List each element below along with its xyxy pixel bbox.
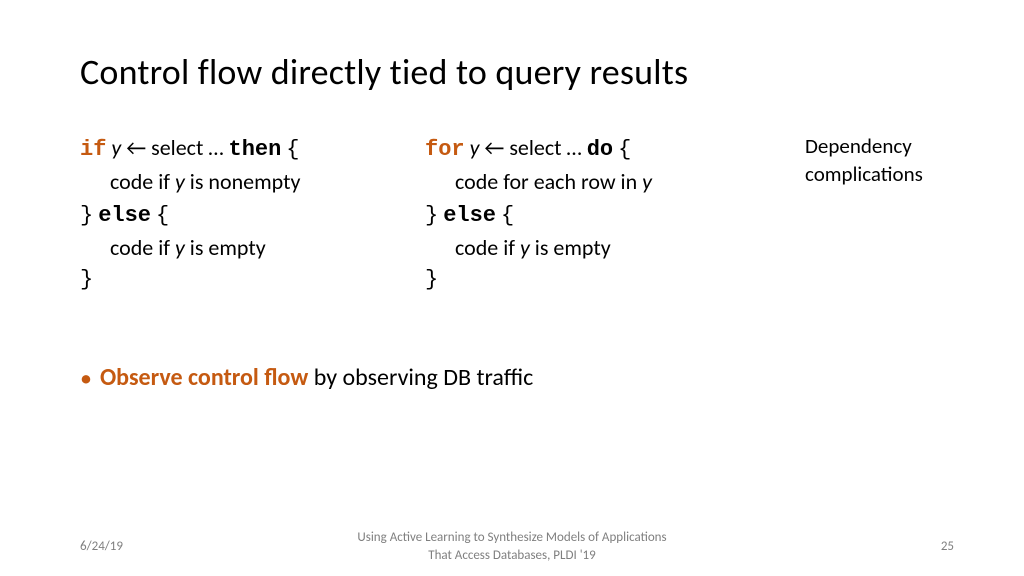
content-columns: if y ← select … then { code if y is none…	[80, 132, 954, 295]
var-y: y	[642, 168, 652, 195]
footer-page-number: 25	[941, 539, 954, 554]
brace: }	[80, 203, 93, 228]
keyword-else: else	[98, 203, 151, 228]
side-note-line: Dependency	[805, 132, 954, 160]
var-y: y	[470, 134, 480, 161]
brace: {	[156, 203, 169, 228]
bullet-rest: by observing DB traffic	[308, 363, 533, 392]
var-y: y	[520, 234, 530, 261]
arrow-icon: ←	[484, 134, 504, 161]
code-text: code for each row in	[455, 168, 637, 195]
code-line: code if y is empty	[80, 232, 425, 264]
brace: {	[618, 137, 631, 162]
side-note: Dependency complications	[805, 132, 954, 295]
brace: {	[286, 137, 299, 162]
var-y: y	[111, 134, 121, 161]
code-line: for y ← select … do {	[425, 132, 805, 166]
code-line: } else {	[80, 198, 425, 232]
footer-date: 6/24/19	[80, 539, 123, 554]
bullet-icon: •	[80, 367, 92, 391]
code-text: code if	[455, 234, 515, 261]
footer-venue-line: That Access Databases, PLDI '19	[0, 547, 1024, 565]
code-block-if: if y ← select … then { code if y is none…	[80, 132, 425, 295]
slide: Control flow directly tied to query resu…	[0, 0, 1024, 576]
code-line: code for each row in y	[425, 166, 805, 198]
select-text: select …	[509, 134, 581, 161]
code-line: }	[80, 264, 425, 296]
code-text: code if	[110, 168, 170, 195]
var-y: y	[175, 234, 185, 261]
slide-footer: Using Active Learning to Synthesize Mode…	[0, 539, 1024, 554]
brace: {	[501, 203, 514, 228]
code-text: is empty	[190, 234, 266, 261]
bullet-item: • Observe control flow by observing DB t…	[80, 363, 954, 392]
footer-venue: Using Active Learning to Synthesize Mode…	[0, 529, 1024, 564]
keyword-then: then	[229, 137, 282, 162]
footer-venue-line: Using Active Learning to Synthesize Mode…	[0, 529, 1024, 547]
side-note-line: complications	[805, 160, 954, 188]
brace: }	[425, 203, 438, 228]
slide-title: Control flow directly tied to query resu…	[80, 50, 954, 94]
code-line: if y ← select … then {	[80, 132, 425, 166]
code-line: code if y is empty	[425, 232, 805, 264]
code-line: code if y is nonempty	[80, 166, 425, 198]
keyword-for: for	[425, 137, 465, 162]
var-y: y	[175, 168, 185, 195]
bullet-lead: Observe control flow	[100, 363, 308, 392]
code-line: } else {	[425, 198, 805, 232]
code-text: is empty	[535, 234, 611, 261]
arrow-icon: ←	[126, 134, 146, 161]
code-text: code if	[110, 234, 170, 261]
select-text: select …	[151, 134, 223, 161]
code-text: is nonempty	[190, 168, 301, 195]
keyword-else: else	[443, 203, 496, 228]
code-block-for: for y ← select … do { code for each row …	[425, 132, 805, 295]
code-line: }	[425, 264, 805, 296]
keyword-do: do	[587, 137, 613, 162]
keyword-if: if	[80, 137, 106, 162]
